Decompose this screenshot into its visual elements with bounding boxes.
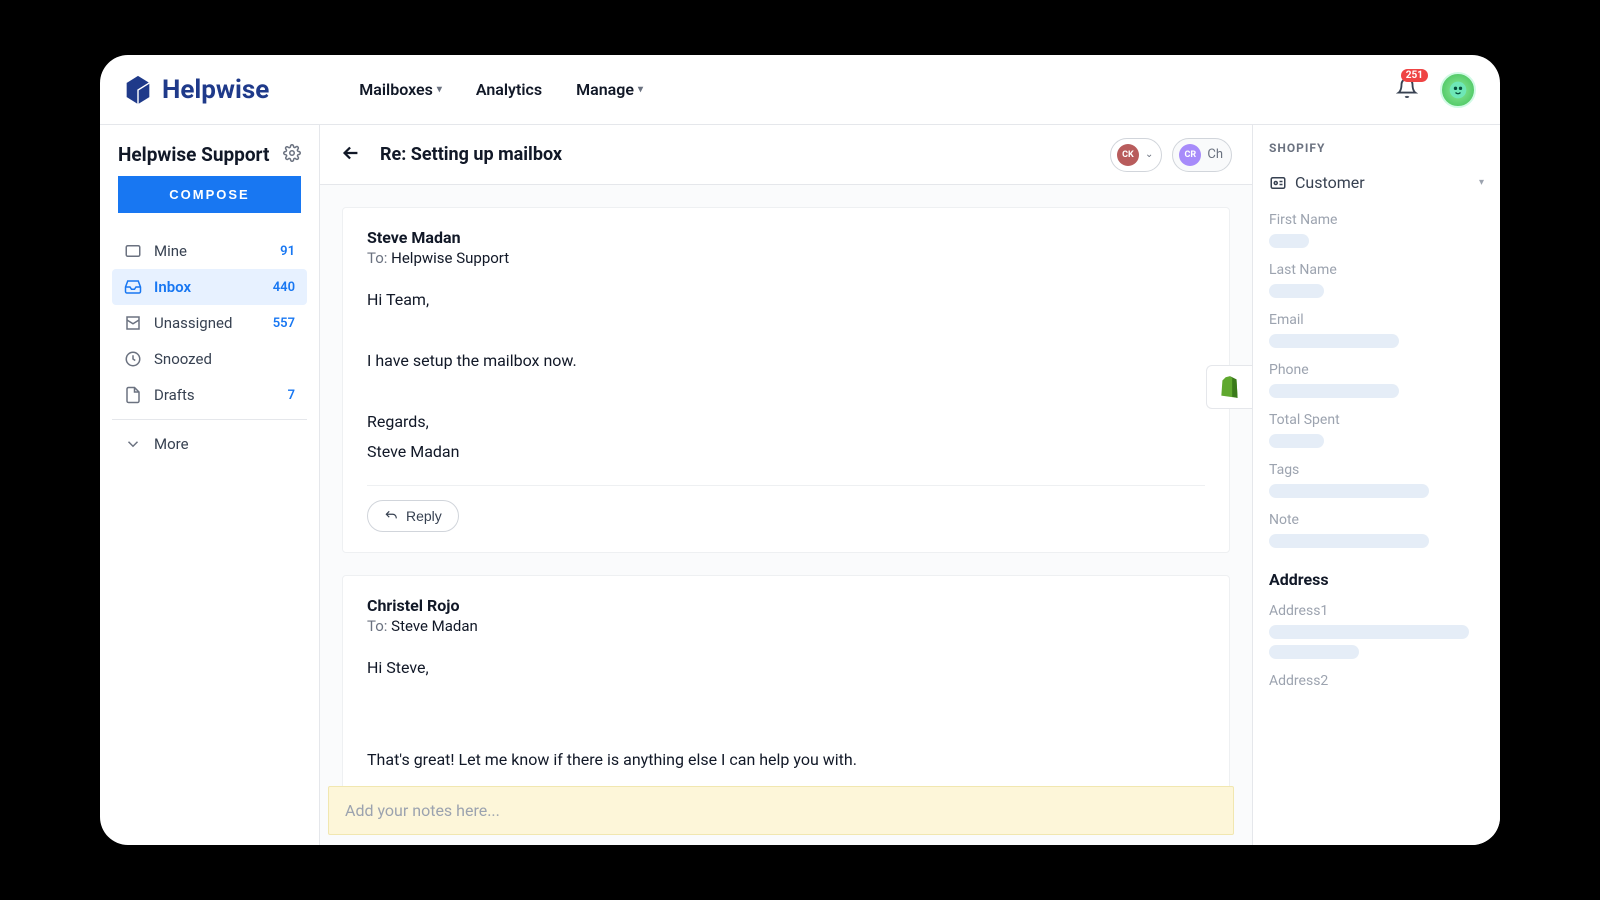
- panel-section-customer[interactable]: Customer ▾: [1269, 173, 1484, 192]
- panel-title: SHOPIFY: [1269, 141, 1484, 155]
- assignee-pill[interactable]: CK ⌄: [1110, 138, 1162, 172]
- sidebar-item-snoozed[interactable]: Snoozed: [112, 341, 307, 377]
- to-value: Helpwise Support: [391, 249, 509, 267]
- assignees: CK ⌄ CR Ch: [1110, 138, 1232, 172]
- body-row: Helpwise Support Compose Mine 91 Inbox 4…: [100, 125, 1500, 845]
- back-button[interactable]: [340, 142, 362, 168]
- field-label-last-name: Last Name: [1269, 262, 1484, 278]
- sidebar-item-label: Snoozed: [154, 350, 212, 368]
- field-label-address2: Address2: [1269, 673, 1484, 689]
- nav-analytics[interactable]: Analytics: [476, 80, 542, 99]
- field-label-note: Note: [1269, 512, 1484, 528]
- sidebar-item-drafts[interactable]: Drafts 7: [112, 377, 307, 413]
- sidebar-item-mine[interactable]: Mine 91: [112, 233, 307, 269]
- field-label-first-name: First Name: [1269, 212, 1484, 228]
- field-skeleton: [1269, 625, 1469, 639]
- address-heading: Address: [1269, 570, 1484, 589]
- notes-input[interactable]: Add your notes here...: [328, 786, 1234, 835]
- logo-text: Helpwise: [162, 75, 269, 105]
- sidebar-item-count: 91: [280, 244, 295, 259]
- nav-analytics-label: Analytics: [476, 80, 542, 99]
- field-skeleton: [1269, 384, 1399, 398]
- gear-icon[interactable]: [283, 144, 301, 166]
- topnav-items: Mailboxes ▾ Analytics Manage ▾: [359, 80, 643, 99]
- sidebar-item-label: Drafts: [154, 386, 195, 404]
- nav-manage-label: Manage: [576, 80, 634, 99]
- field-label-phone: Phone: [1269, 362, 1484, 378]
- field-label-email: Email: [1269, 312, 1484, 328]
- message-to: To: Helpwise Support: [367, 249, 1205, 267]
- reply-button[interactable]: Reply: [367, 500, 459, 532]
- sidebar-title: Helpwise Support: [118, 143, 269, 166]
- sidebar-item-count: 7: [288, 388, 295, 403]
- field-skeleton: [1269, 484, 1429, 498]
- field-skeleton: [1269, 334, 1399, 348]
- sidebar: Helpwise Support Compose Mine 91 Inbox 4…: [100, 125, 320, 845]
- sidebar-item-label: Unassigned: [154, 314, 232, 332]
- to-value: Steve Madan: [391, 617, 478, 635]
- thread-body: Steve Madan To: Helpwise Support Hi Team…: [320, 185, 1252, 786]
- message-body: Hi Team, I have setup the mailbox now. R…: [367, 285, 1205, 486]
- notifications-button[interactable]: 251: [1396, 77, 1418, 103]
- message-card: Steve Madan To: Helpwise Support Hi Team…: [342, 207, 1230, 553]
- reply-label: Reply: [406, 508, 442, 524]
- sidebar-item-unassigned[interactable]: Unassigned 557: [112, 305, 307, 341]
- logo[interactable]: Helpwise: [120, 72, 269, 108]
- sidebar-item-count: 557: [273, 316, 295, 331]
- nav-mailboxes-label: Mailboxes: [359, 80, 433, 99]
- sidebar-item-count: 440: [273, 280, 295, 295]
- assignee-name-partial: Ch: [1207, 147, 1223, 162]
- chevron-down-icon: ▾: [1479, 177, 1484, 188]
- field-label-tags: Tags: [1269, 462, 1484, 478]
- sidebar-item-label: Inbox: [154, 278, 191, 296]
- sidebar-item-label: Mine: [154, 242, 187, 260]
- sidebar-item-more[interactable]: More: [112, 426, 307, 462]
- thread-column: Re: Setting up mailbox CK ⌄ CR Ch Steve …: [320, 125, 1252, 845]
- message-to: To: Steve Madan: [367, 617, 1205, 635]
- chevron-down-icon: ▾: [437, 84, 442, 95]
- message-from: Steve Madan: [367, 228, 1205, 247]
- sidebar-item-label: More: [154, 435, 189, 453]
- shopify-float-icon[interactable]: [1206, 365, 1252, 409]
- thread-header: Re: Setting up mailbox CK ⌄ CR Ch: [320, 125, 1252, 185]
- notes-placeholder: Add your notes here...: [345, 801, 500, 820]
- sidebar-divider: [112, 419, 307, 420]
- avatar[interactable]: [1440, 72, 1476, 108]
- topnav-right: 251: [1396, 72, 1476, 108]
- field-skeleton: [1269, 234, 1309, 248]
- panel-section-label: Customer: [1295, 173, 1365, 192]
- message-from: Christel Rojo: [367, 596, 1205, 615]
- field-skeleton: [1269, 645, 1359, 659]
- sidebar-item-inbox[interactable]: Inbox 440: [112, 269, 307, 305]
- top-nav: Helpwise Mailboxes ▾ Analytics Manage ▾ …: [100, 55, 1500, 125]
- compose-button[interactable]: Compose: [118, 176, 301, 213]
- to-label: To:: [367, 617, 387, 635]
- message-card: Christel Rojo To: Steve Madan Hi Steve, …: [342, 575, 1230, 786]
- field-label-address1: Address1: [1269, 603, 1484, 619]
- assignee-pill[interactable]: CR Ch: [1172, 138, 1232, 172]
- chevron-down-icon: ▾: [638, 84, 643, 95]
- nav-mailboxes[interactable]: Mailboxes ▾: [359, 80, 442, 99]
- chevron-down-icon: ⌄: [1145, 149, 1153, 160]
- nav-manage[interactable]: Manage ▾: [576, 80, 643, 99]
- shopify-panel: SHOPIFY Customer ▾ First Name Last Name …: [1252, 125, 1500, 845]
- field-skeleton: [1269, 534, 1429, 548]
- assignee-initials: CR: [1179, 144, 1201, 166]
- logo-icon: [120, 72, 156, 108]
- app-window: Helpwise Mailboxes ▾ Analytics Manage ▾ …: [100, 55, 1500, 845]
- message-body: Hi Steve, That's great! Let me know if t…: [367, 653, 1205, 775]
- assignee-initials: CK: [1117, 144, 1139, 166]
- field-skeleton: [1269, 434, 1324, 448]
- thread-subject: Re: Setting up mailbox: [380, 144, 562, 165]
- notification-badge: 251: [1401, 69, 1428, 82]
- field-label-total-spent: Total Spent: [1269, 412, 1484, 428]
- sidebar-list: Mine 91 Inbox 440 Unassigned 557 Snoozed: [112, 233, 307, 462]
- sidebar-header: Helpwise Support: [112, 143, 307, 176]
- field-skeleton: [1269, 284, 1324, 298]
- to-label: To:: [367, 249, 387, 267]
